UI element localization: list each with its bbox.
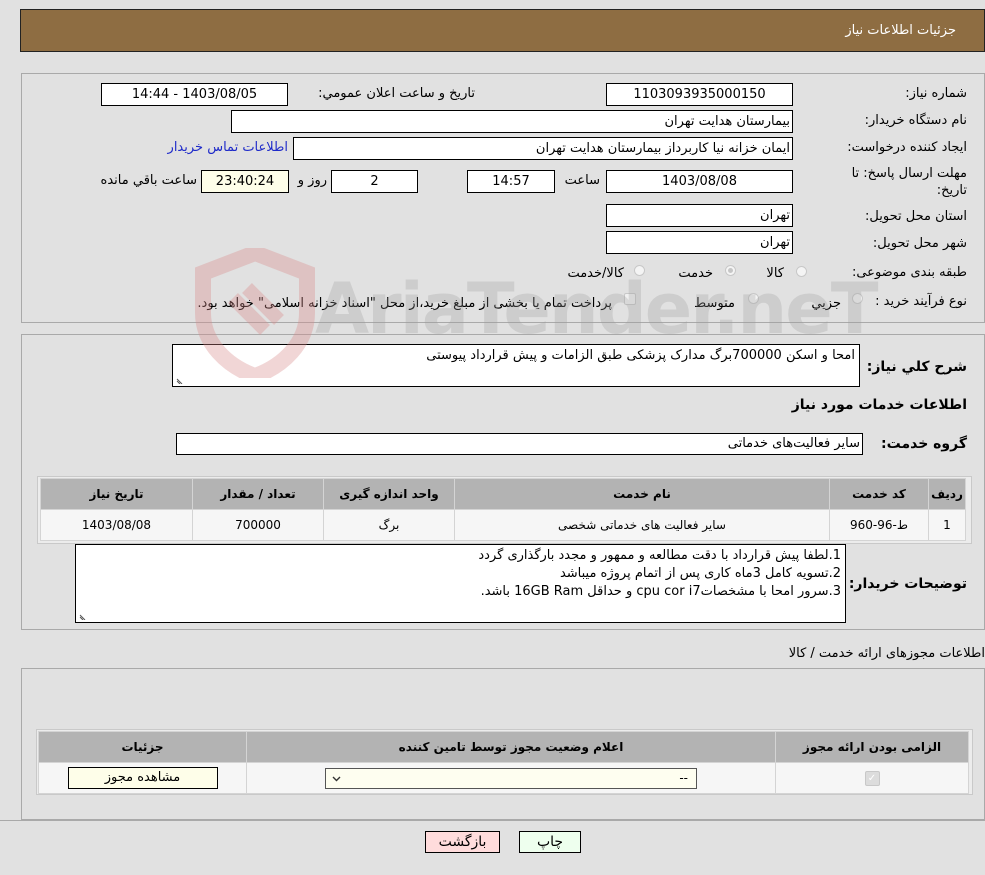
province-field: تهران [606, 204, 793, 227]
process-option-medium: متوسط [694, 296, 735, 311]
col-header-code: کد خدمت [829, 478, 929, 510]
city-field: تهران [606, 231, 793, 254]
cell-index: 1 [928, 509, 966, 541]
page-title: جزئیات اطلاعات نیاز [845, 23, 956, 38]
description-textarea[interactable]: امحا و اسکن 700000برگ مدارک پزشکی طبق ال… [172, 344, 860, 387]
buyer-note-line-1: 1.لطفا پیش قرارداد با دقت مطالعه و ممهور… [478, 548, 841, 563]
page-header: جزئیات اطلاعات نیاز [20, 9, 985, 52]
need-number-field: 1103093935000150 [606, 83, 793, 106]
description-label: شرح کلي نیاز: [866, 359, 967, 375]
province-label: استان محل تحویل: [865, 209, 967, 224]
process-option-minor: جزيي [811, 296, 841, 311]
cell-name: سایر فعالیت های خدماتی شخصی [454, 509, 830, 541]
category-option-goods: کالا [766, 266, 784, 281]
footer-divider [0, 820, 985, 821]
category-radio-service[interactable] [725, 265, 736, 276]
col-header-quantity: تعداد / مقدار [192, 478, 324, 510]
description-text: امحا و اسکن 700000برگ مدارک پزشکی طبق ال… [426, 348, 855, 363]
deadline-time-field: 14:57 [467, 170, 555, 193]
col-header-date: تاریخ نیاز [40, 478, 193, 510]
col-header-index: ردیف [928, 478, 966, 510]
need-number-label: شماره نیاز: [905, 86, 967, 101]
deadline-time-label: ساعت [564, 173, 600, 188]
time-remaining-label: ساعت باقي مانده [100, 173, 197, 188]
buyer-org-label: نام دستگاه خریدار: [864, 113, 967, 128]
cell-code: ط-96-960 [829, 509, 929, 541]
back-button[interactable]: بازگشت [425, 831, 500, 853]
col-header-required: الزامی بودن ارائه مجوز [775, 731, 969, 763]
services-table: ردیف کد خدمت نام خدمت واحد اندازه گیری ت… [40, 478, 966, 541]
col-header-unit: واحد اندازه گیری [323, 478, 455, 510]
buyer-notes-label: توضیحات خریدار: [848, 576, 967, 592]
cell-date: 1403/08/08 [40, 509, 193, 541]
col-header-status: اعلام وضعیت مجوز توسط تامین کننده [246, 731, 776, 763]
treasury-checkbox[interactable] [624, 293, 636, 305]
category-option-goods-service: کالا/خدمت [567, 266, 624, 281]
cell-status: -- [246, 762, 776, 794]
announce-date-field: 1403/08/05 - 14:44 [101, 83, 288, 106]
process-radio-medium[interactable] [748, 293, 759, 304]
col-header-details: جزئیات [38, 731, 247, 763]
print-button[interactable]: چاپ [519, 831, 581, 853]
table-row: 1 ط-96-960 سایر فعالیت های خدماتی شخصی ب… [40, 509, 966, 541]
buyer-org-field: بیمارستان هدایت تهران [231, 110, 793, 133]
services-section-title: اطلاعات خدمات مورد نیاز [791, 397, 967, 413]
creator-label: ایجاد کننده درخواست: [847, 140, 967, 155]
buyer-note-line-2: 2.تسویه کامل 3ماه کاری پس از اتمام پروژه… [559, 566, 841, 581]
permit-status-select[interactable]: -- [325, 767, 697, 789]
table-row: ✓ -- مشاهده مجوز [38, 762, 969, 794]
process-radio-minor[interactable] [852, 293, 863, 304]
time-remaining-field: 23:40:24 [201, 170, 289, 193]
buyer-note-line-3: 3.سرور امحا با مشخصاتcpu cor i7 و حداقل … [480, 584, 841, 599]
days-label: روز و [297, 173, 327, 188]
category-radio-goods[interactable] [796, 266, 807, 277]
permit-status-selected-value: -- [679, 770, 688, 785]
col-header-name: نام خدمت [454, 478, 830, 510]
days-remaining-field: 2 [331, 170, 418, 193]
announce-date-label: تاریخ و ساعت اعلان عمومي: [318, 86, 475, 101]
permits-table: الزامی بودن ارائه مجوز اعلام وضعیت مجوز … [38, 731, 969, 794]
service-group-field: سایر فعالیت‌های خدماتی [176, 433, 863, 455]
creator-field: ایمان خزانه نیا کاربرداز بیمارستان هدایت… [293, 137, 793, 160]
treasury-note: پرداخت تمام یا بخشی از مبلغ خرید،از محل … [197, 296, 612, 311]
city-label: شهر محل تحویل: [872, 236, 967, 251]
service-group-label: گروه خدمت: [881, 436, 967, 452]
category-option-service: خدمت [678, 266, 713, 281]
resize-grip-icon[interactable] [79, 612, 87, 620]
resize-grip-icon[interactable] [176, 376, 184, 384]
buyer-contact-link[interactable]: اطلاعات تماس خریدار [168, 140, 288, 155]
purchase-process-label: نوع فرآیند خرید : [875, 294, 967, 309]
view-permit-button[interactable]: مشاهده مجوز [67, 767, 218, 789]
category-radio-goods-service[interactable] [634, 265, 645, 276]
required-checkbox-checked-icon[interactable]: ✓ [864, 770, 880, 786]
category-label: طبقه بندی موضوعی: [851, 265, 967, 280]
deadline-date-field: 1403/08/08 [606, 170, 793, 193]
buyer-notes-textarea[interactable]: 1.لطفا پیش قرارداد با دقت مطالعه و ممهور… [75, 544, 846, 623]
cell-quantity: 700000 [192, 509, 324, 541]
cell-unit: برگ [323, 509, 455, 541]
cell-required: ✓ [775, 762, 969, 794]
deadline-label: مهلت ارسال پاسخ: تا تاریخ: [851, 166, 967, 198]
cell-details: مشاهده مجوز [38, 762, 247, 794]
permits-section-title: اطلاعات مجوزهای ارائه خدمت / کالا [788, 646, 985, 661]
chevron-down-icon [332, 776, 341, 781]
